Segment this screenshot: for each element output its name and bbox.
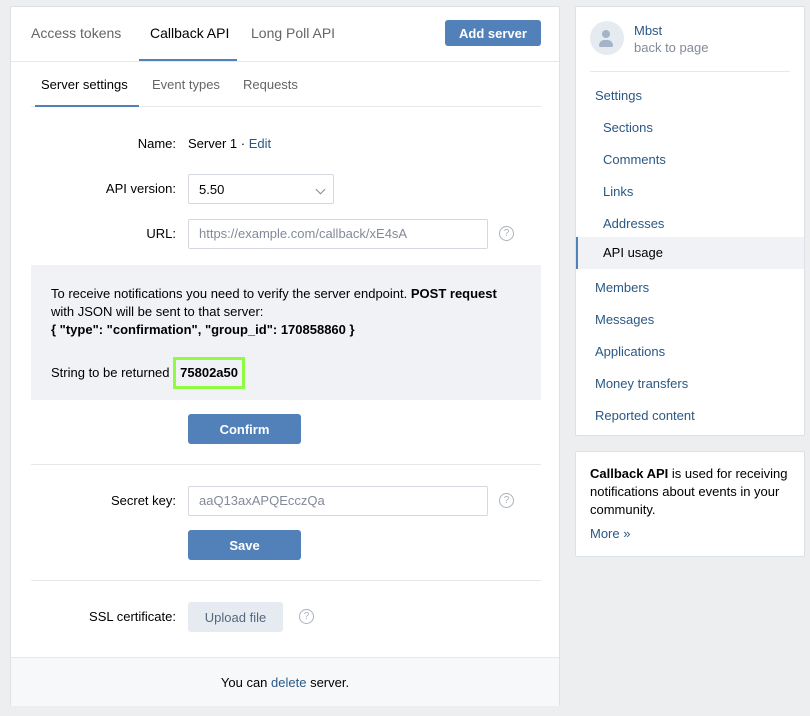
sub-tabs: Server settings Event types Requests [31,62,541,107]
sidebar-item-reported-content[interactable]: Reported content [576,400,804,432]
main-panel: Access tokens Callback API Long Poll API… [10,6,560,706]
info-line1: To receive notifications you need to ver… [51,286,411,301]
sidebar-item-sections[interactable]: Sections [576,112,804,144]
sidebar-item-settings[interactable]: Settings [576,80,804,112]
divider [31,580,541,581]
sidebar-item-money-transfers[interactable]: Money transfers [576,368,804,400]
add-server-button[interactable]: Add server [445,20,541,46]
divider [31,464,541,465]
tab-requests[interactable]: Requests [243,77,298,92]
info-text: To receive notifications you need to ver… [51,285,521,321]
more-link[interactable]: More » [590,525,630,543]
url-value: https://example.com/callback/xE4sA [199,226,408,241]
tab-callback-api[interactable]: Callback API [150,25,229,41]
save-button[interactable]: Save [188,530,301,560]
chevron-down-icon [315,184,326,195]
confirm-button[interactable]: Confirm [188,414,301,444]
sidebar-item-members[interactable]: Members [576,272,804,304]
sidebar-item-applications[interactable]: Applications [576,336,804,368]
secret-key-value: aaQ13axAPQEcczQa [199,493,325,508]
return-string-row: String to be returned 75802a50 [51,357,245,389]
group-icon [602,30,610,38]
server-name: Server 1 · Edit [188,136,271,151]
divider [590,71,790,72]
top-tabs: Access tokens Callback API Long Poll API… [11,7,559,62]
back-to-page-link[interactable]: back to page [634,40,708,55]
confirmation-info-box: To receive notifications you need to ver… [31,265,541,400]
tab-access-tokens[interactable]: Access tokens [31,25,121,41]
secret-help-icon[interactable]: ? [499,493,514,508]
api-version-value: 5.50 [199,182,225,197]
active-subtab-indicator [35,105,139,107]
api-version-select[interactable]: 5.50 [188,174,334,204]
active-tab-indicator [139,59,237,61]
group-avatar[interactable] [590,21,624,55]
callback-api-info-panel: Callback API is used for receiving notif… [575,451,805,557]
sidebar: Mbst back to page Settings Sections Comm… [575,6,805,436]
tab-event-types[interactable]: Event types [152,77,220,92]
info-post-request: POST request [410,286,497,301]
api-version-label: API version: [105,181,176,196]
tab-long-poll-api[interactable]: Long Poll API [251,25,335,41]
info-json: { "type": "confirmation", "group_id": 17… [51,322,355,337]
group-icon-body [599,40,613,47]
ssl-help-icon[interactable]: ? [299,609,314,624]
sidebar-item-comments[interactable]: Comments [576,144,804,176]
sidebar-item-links[interactable]: Links [576,176,804,208]
tab-server-settings[interactable]: Server settings [41,77,128,92]
return-code: 75802a50 [173,357,245,389]
sidebar-item-api-usage[interactable]: API usage [576,237,804,269]
sidebar-item-messages[interactable]: Messages [576,304,804,336]
sidebar-item-addresses[interactable]: Addresses [576,208,804,240]
group-name[interactable]: Mbst [634,23,662,38]
url-help-icon[interactable]: ? [499,226,514,241]
secret-key-label: Secret key: [110,493,176,508]
footer: You can delete server. [11,657,559,706]
ssl-label: SSL certificate: [89,609,176,624]
info-panel-title: Callback API [590,466,669,481]
name-label: Name: [137,136,176,151]
delete-server-link[interactable]: delete [271,675,306,690]
footer-text-pre: You can [220,675,272,690]
url-label: URL: [146,226,176,241]
info-line2: with JSON will be sent to that server: [51,304,264,319]
return-label: String to be returned [51,365,170,380]
secret-key-input[interactable]: aaQ13axAPQEcczQa [188,486,488,516]
name-separator: · [237,136,249,151]
footer-text-post: server. [306,675,350,690]
edit-name-link[interactable]: Edit [249,136,271,151]
upload-file-button[interactable]: Upload file [188,602,283,632]
server-name-value: Server 1 [188,136,238,151]
url-input[interactable]: https://example.com/callback/xE4sA [188,219,488,249]
